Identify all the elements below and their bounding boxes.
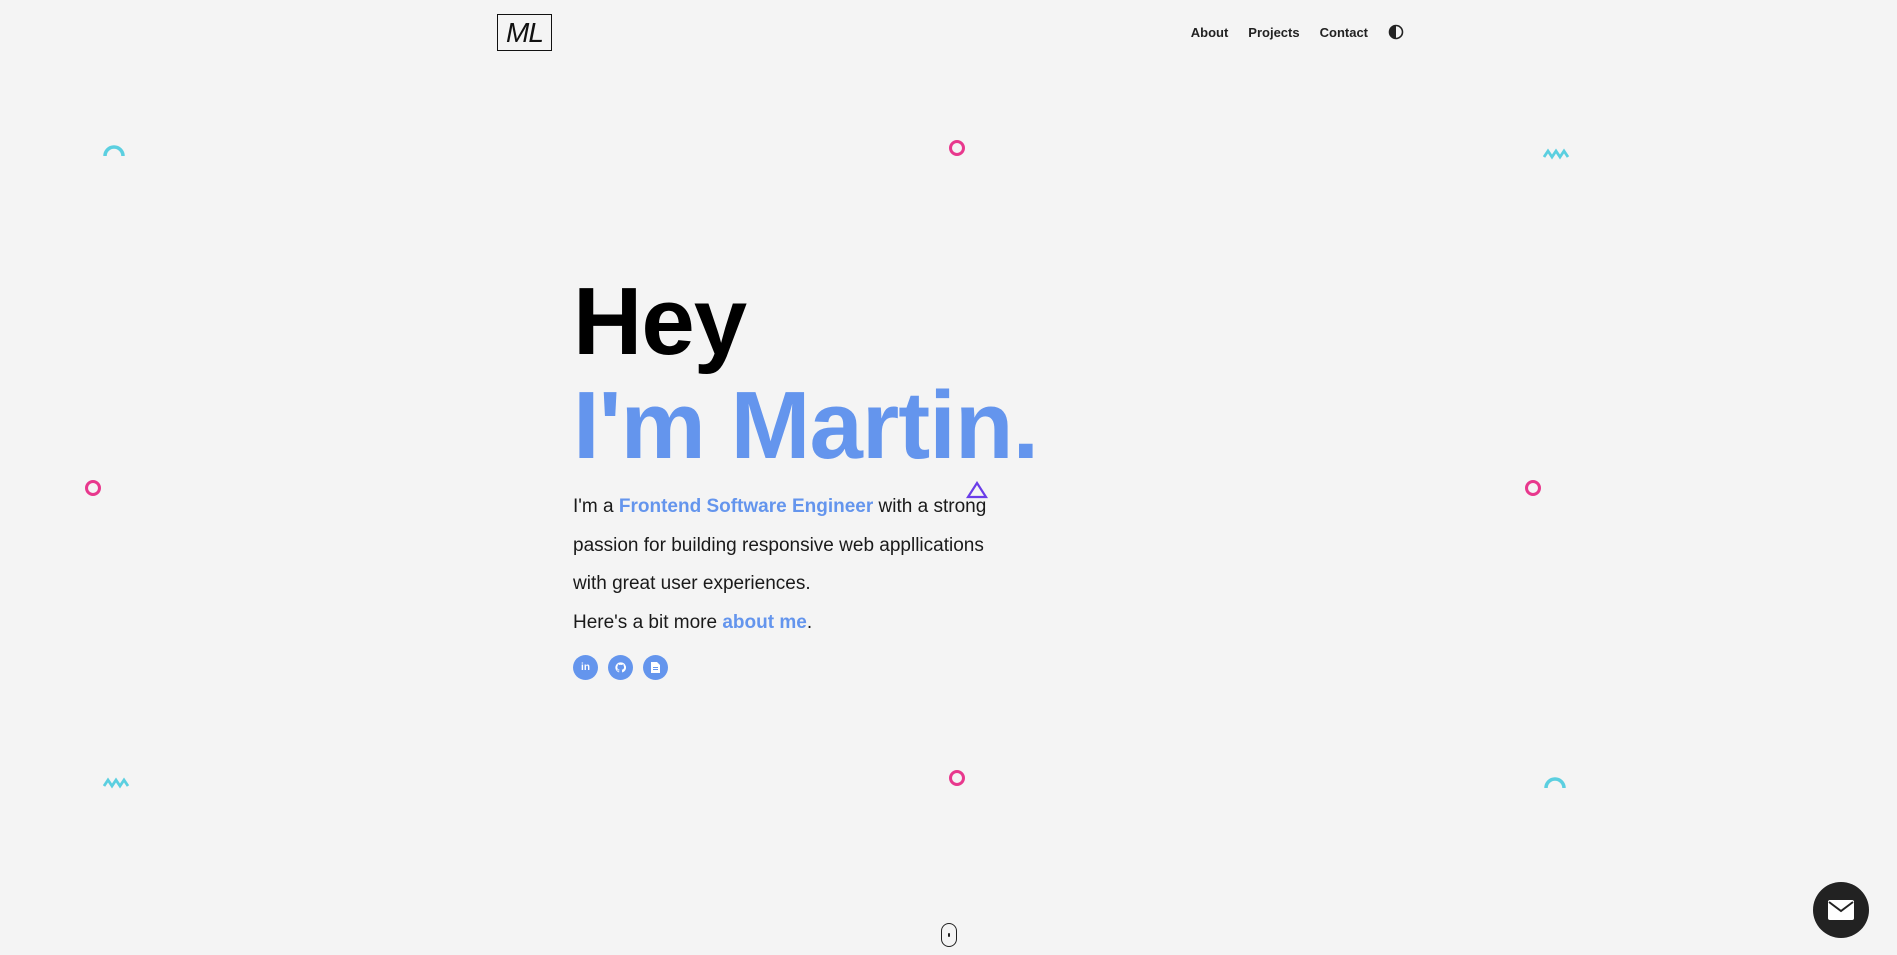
ring-shape bbox=[1525, 480, 1541, 496]
ring-shape bbox=[949, 770, 965, 786]
zigzag-shape bbox=[103, 777, 130, 789]
hero-section: Hey I'm Martin. I'm a Frontend Software … bbox=[573, 268, 1039, 680]
github-icon bbox=[615, 662, 626, 673]
more-suffix: . bbox=[806, 611, 813, 633]
zigzag-shape bbox=[1543, 148, 1570, 160]
scroll-indicator[interactable] bbox=[941, 923, 957, 947]
document-icon bbox=[651, 662, 660, 673]
nav-link-contact[interactable]: Contact bbox=[1320, 25, 1368, 40]
nav-link-about[interactable]: About bbox=[1191, 25, 1229, 40]
resume-button[interactable] bbox=[643, 655, 668, 680]
arc-shape bbox=[103, 145, 125, 157]
contact-fab-button[interactable] bbox=[1813, 882, 1869, 938]
ring-shape bbox=[85, 480, 101, 496]
hero-greeting: Hey bbox=[573, 268, 747, 375]
github-button[interactable] bbox=[608, 655, 633, 680]
top-navbar: ML About Projects Contact bbox=[0, 0, 1897, 70]
more-prefix: Here's a bit more bbox=[573, 611, 723, 633]
intro-prefix: I'm a bbox=[573, 496, 619, 517]
hero-description: I'm a Frontend Software Engineer with a … bbox=[573, 488, 1013, 642]
nav-link-projects[interactable]: Projects bbox=[1248, 25, 1299, 40]
mail-icon bbox=[1828, 900, 1854, 920]
theme-toggle-button[interactable] bbox=[1388, 24, 1404, 40]
arc-shape bbox=[1544, 777, 1566, 789]
logo[interactable]: ML bbox=[497, 14, 552, 51]
hero-name: I'm Martin. bbox=[573, 372, 1039, 479]
linkedin-icon: in bbox=[581, 662, 590, 673]
about-me-link[interactable]: about me bbox=[722, 612, 806, 633]
linkedin-button[interactable]: in bbox=[573, 655, 598, 680]
scroll-wheel-dot bbox=[948, 933, 950, 937]
contrast-icon bbox=[1388, 24, 1404, 40]
ring-shape bbox=[949, 140, 965, 156]
role-highlight: Frontend Software Engineer bbox=[618, 496, 874, 517]
social-links: in bbox=[573, 655, 1038, 680]
nav-menu: About Projects Contact bbox=[1191, 24, 1404, 40]
